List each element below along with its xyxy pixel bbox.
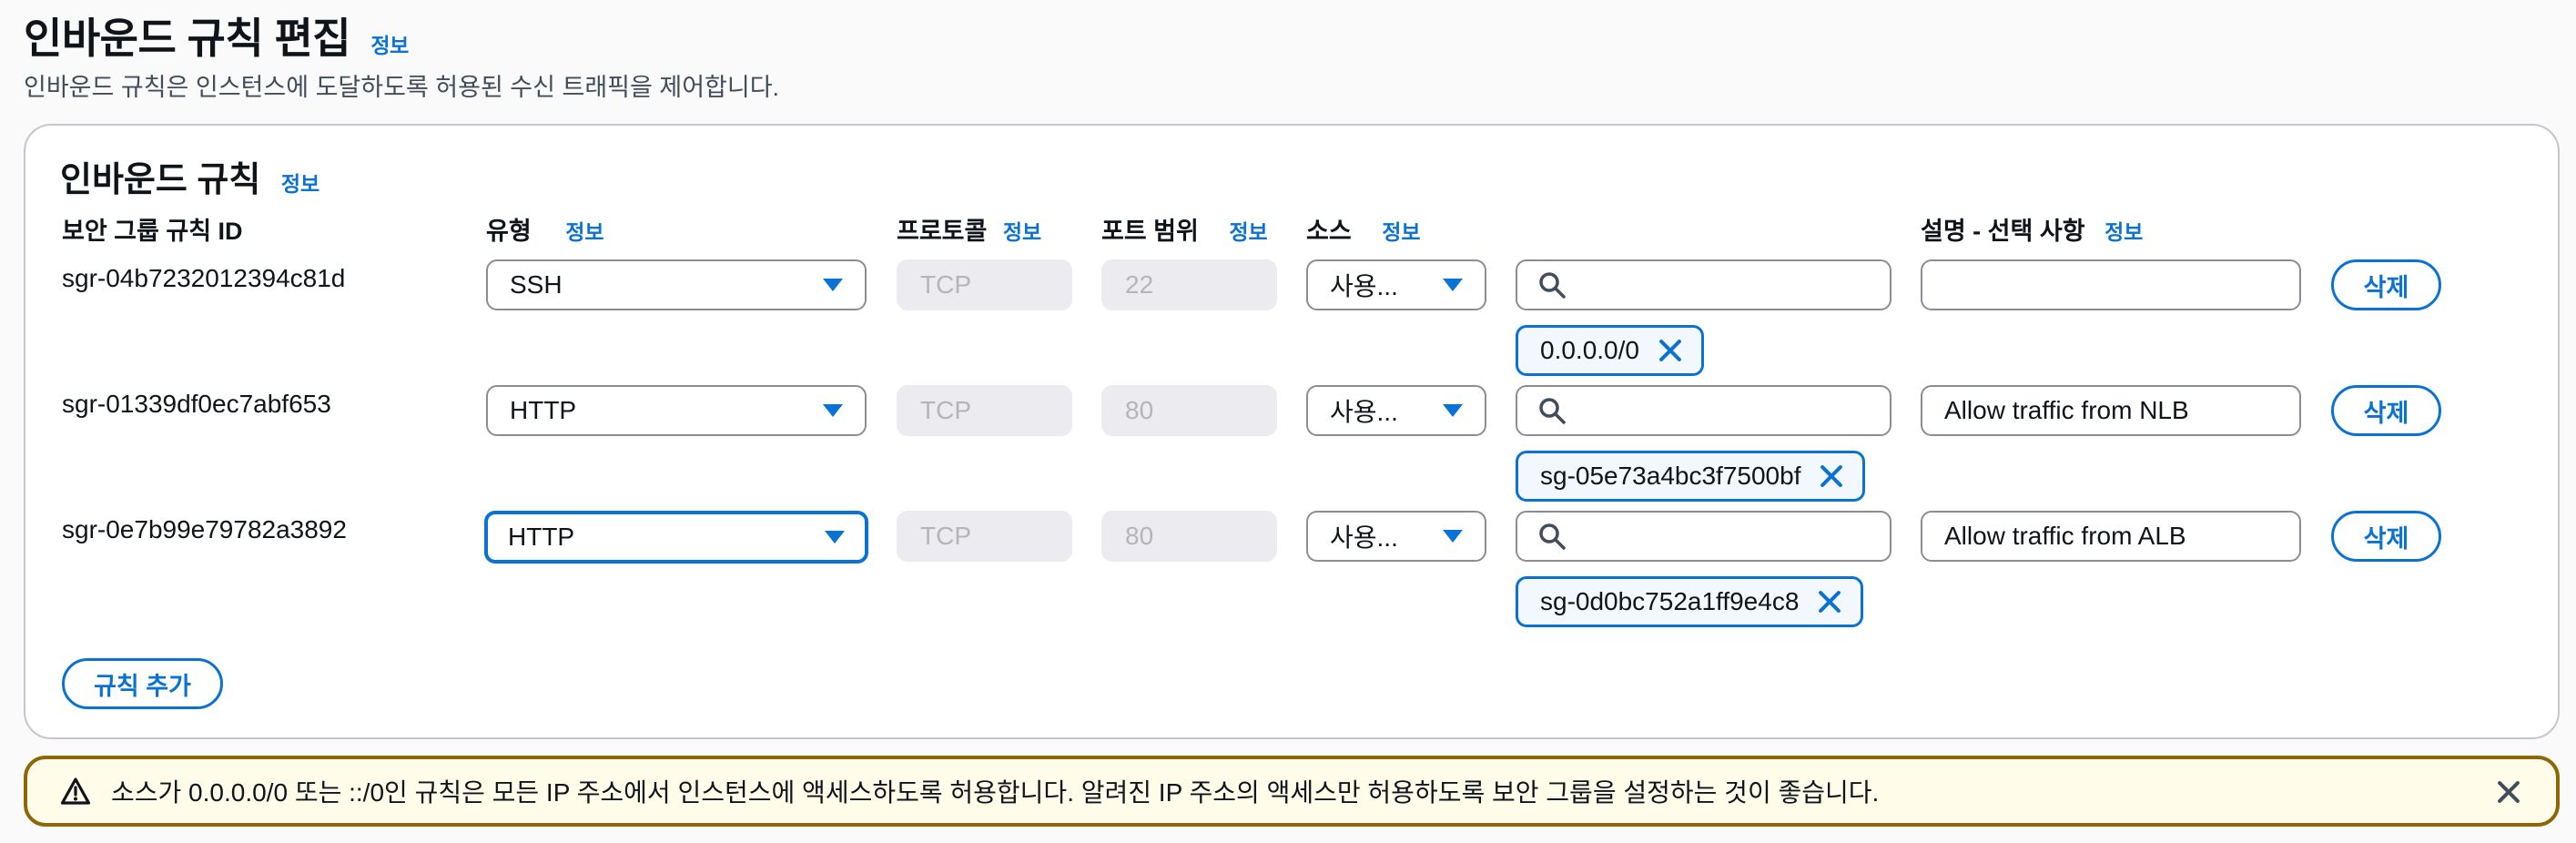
source-token: sg-05e73a4bc3f7500bf xyxy=(1516,451,1866,502)
column-header-protocol: 프로토콜 정보 xyxy=(897,211,1041,247)
add-rule-button[interactable]: 규칙 추가 xyxy=(62,658,223,709)
port-range-info-link[interactable]: 정보 xyxy=(1229,220,1267,244)
protocol-info-link[interactable]: 정보 xyxy=(1003,220,1041,244)
source-search-input[interactable] xyxy=(1516,511,1891,562)
type-select-value: HTTP xyxy=(510,396,577,424)
page-title-text: 인바운드 규칙 편집 xyxy=(24,15,351,62)
type-select-value: SSH xyxy=(510,270,563,299)
panel-title: 인바운드 규칙 정보 xyxy=(60,151,319,201)
panel-info-link[interactable]: 정보 xyxy=(281,172,319,196)
column-header-source: 소스 정보 xyxy=(1306,211,1421,247)
delete-button[interactable]: 삭제 xyxy=(2331,259,2441,310)
type-select-value: HTTP xyxy=(508,523,575,551)
column-header-rule-id: 보안 그룹 규칙 ID xyxy=(62,218,243,245)
panel-title-text: 인바운드 규칙 xyxy=(60,161,261,199)
source-type-value: 사용... xyxy=(1330,398,1398,426)
source-token-label: sg-0d0bc752a1ff9e4c8 xyxy=(1540,587,1800,615)
source-info-link[interactable]: 정보 xyxy=(1382,220,1420,244)
search-icon xyxy=(1539,523,1566,550)
warning-icon xyxy=(60,777,91,805)
source-type-select[interactable]: 사용... xyxy=(1306,259,1486,310)
rule-id: sgr-01339df0ec7abf653 xyxy=(62,390,331,418)
page-info-link[interactable]: 정보 xyxy=(370,34,409,57)
column-header-source-label: 소스 xyxy=(1306,218,1352,245)
column-header-type: 유형 정보 xyxy=(486,211,604,247)
source-token-label: sg-05e73a4bc3f7500bf xyxy=(1540,462,1801,490)
description-input[interactable] xyxy=(1921,259,2301,310)
rule-id: sgr-04b7232012394c81d xyxy=(62,264,346,292)
description-info-link[interactable]: 정보 xyxy=(2104,220,2143,244)
caret-down-icon xyxy=(1443,530,1463,543)
remove-token-icon[interactable] xyxy=(1817,462,1846,491)
protocol-field: TCP xyxy=(897,259,1072,310)
type-select[interactable]: SSH xyxy=(486,259,867,310)
source-search-input[interactable] xyxy=(1516,259,1891,310)
caret-down-icon xyxy=(823,404,843,417)
remove-token-icon[interactable] xyxy=(1656,336,1685,365)
caret-down-icon xyxy=(1443,404,1463,417)
type-select[interactable]: HTTP xyxy=(486,385,867,436)
protocol-field: TCP xyxy=(897,511,1072,562)
port-range-field: 22 xyxy=(1101,259,1277,310)
description-input[interactable]: Allow traffic from NLB xyxy=(1921,385,2301,436)
column-header-protocol-label: 프로토콜 xyxy=(897,218,988,245)
warning-alert: 소스가 0.0.0.0/0 또는 ::/0인 규칙은 모든 IP 주소에서 인스… xyxy=(24,756,2560,827)
remove-token-icon[interactable] xyxy=(1815,587,1844,616)
search-icon xyxy=(1539,398,1566,424)
alert-text: 소스가 0.0.0.0/0 또는 ::/0인 규칙은 모든 IP 주소에서 인스… xyxy=(111,778,1880,807)
source-search-input[interactable] xyxy=(1516,385,1891,436)
port-range-field: 80 xyxy=(1101,385,1277,436)
column-header-description: 설명 - 선택 사항 정보 xyxy=(1921,211,2143,247)
page-description: 인바운드 규칙은 인스턴스에 도달하도록 허용된 수신 트래픽을 제어합니다. xyxy=(24,74,780,101)
source-token: 0.0.0.0/0 xyxy=(1516,325,1704,376)
protocol-field: TCP xyxy=(897,385,1072,436)
port-range-field: 80 xyxy=(1101,511,1277,562)
source-type-select[interactable]: 사용... xyxy=(1306,385,1486,436)
source-type-value: 사용... xyxy=(1330,272,1398,300)
column-header-type-label: 유형 xyxy=(486,218,532,245)
caret-down-icon xyxy=(1443,279,1463,291)
column-header-port-range-label: 포트 범위 xyxy=(1101,218,1199,245)
source-token: sg-0d0bc752a1ff9e4c8 xyxy=(1516,576,1864,627)
delete-button[interactable]: 삭제 xyxy=(2331,385,2441,436)
caret-down-icon xyxy=(823,279,843,291)
delete-button[interactable]: 삭제 xyxy=(2331,511,2441,562)
description-input[interactable]: Allow traffic from ALB xyxy=(1921,511,2301,562)
caret-down-icon xyxy=(825,531,845,543)
type-info-link[interactable]: 정보 xyxy=(565,220,603,244)
source-type-select[interactable]: 사용... xyxy=(1306,511,1486,562)
column-header-description-label: 설명 - 선택 사항 xyxy=(1921,218,2085,245)
source-type-value: 사용... xyxy=(1330,523,1398,552)
type-select[interactable]: HTTP xyxy=(484,511,868,564)
page-title: 인바운드 규칙 편집 정보 xyxy=(24,5,409,66)
rule-id: sgr-0e7b99e79782a3892 xyxy=(62,515,347,543)
column-header-port-range: 포트 범위 정보 xyxy=(1101,211,1268,247)
search-icon xyxy=(1539,272,1566,299)
close-icon[interactable] xyxy=(2494,777,2523,807)
source-token-label: 0.0.0.0/0 xyxy=(1540,336,1639,364)
